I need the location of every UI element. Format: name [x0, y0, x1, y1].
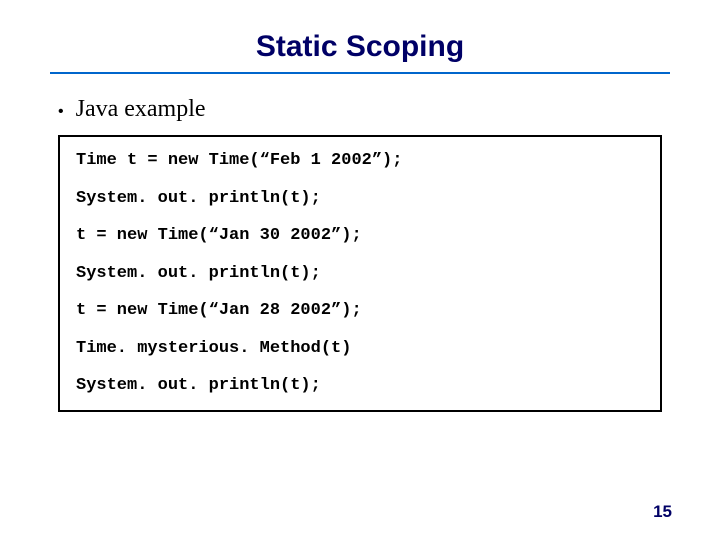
bullet-item: • Java example [50, 96, 670, 123]
bullet-text: Java example [76, 96, 206, 123]
code-line: Time t = new Time(“Feb 1 2002”); [76, 151, 644, 171]
code-box: Time t = new Time(“Feb 1 2002”); System.… [58, 135, 662, 412]
title-divider [50, 72, 670, 74]
code-line: System. out. println(t); [76, 264, 644, 284]
code-line: System. out. println(t); [76, 189, 644, 209]
code-line: System. out. println(t); [76, 376, 644, 396]
slide-title: Static Scoping [50, 30, 670, 64]
bullet-dot-icon: • [58, 104, 64, 120]
code-line: t = new Time(“Jan 30 2002”); [76, 226, 644, 246]
code-line: Time. mysterious. Method(t) [76, 339, 644, 359]
page-number: 15 [653, 502, 672, 522]
code-line: t = new Time(“Jan 28 2002”); [76, 301, 644, 321]
